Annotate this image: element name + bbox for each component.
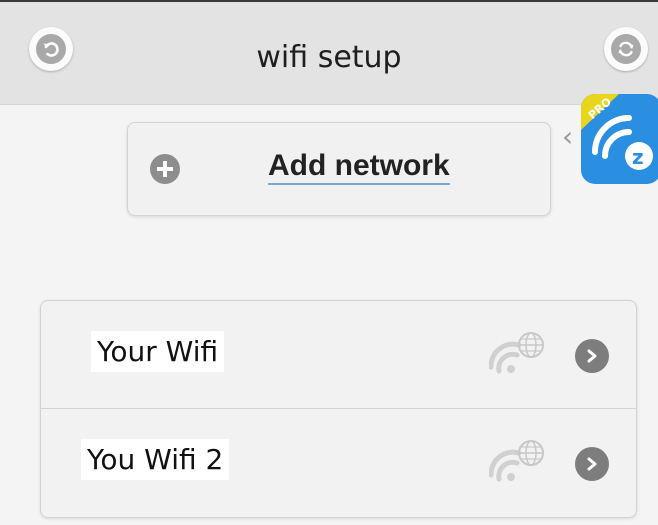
network-list: Your Wifi You Wifi 2 (40, 300, 637, 518)
network-row[interactable]: Your Wifi (41, 301, 636, 409)
promo-app-icon[interactable]: PRO z (581, 94, 658, 184)
refresh-button[interactable] (604, 27, 648, 71)
refresh-icon (611, 34, 641, 64)
chevron-right-icon[interactable] (575, 339, 609, 373)
plus-icon (150, 154, 180, 184)
page-title: wifi setup (256, 40, 402, 75)
network-name: Your Wifi (91, 331, 225, 372)
chevron-right-icon[interactable] (575, 447, 609, 481)
app-header: wifi setup (0, 2, 658, 105)
add-network-button[interactable]: Add network (127, 122, 551, 216)
network-name: You Wifi 2 (81, 439, 230, 480)
promo-logo-letter: z (632, 145, 644, 169)
promo-collapse-icon[interactable]: ‹ (562, 120, 573, 153)
network-row[interactable]: You Wifi 2 (41, 409, 636, 516)
wifi-globe-icon (488, 437, 547, 487)
add-network-label: Add network (268, 149, 450, 185)
wifi-globe-icon (488, 329, 547, 379)
